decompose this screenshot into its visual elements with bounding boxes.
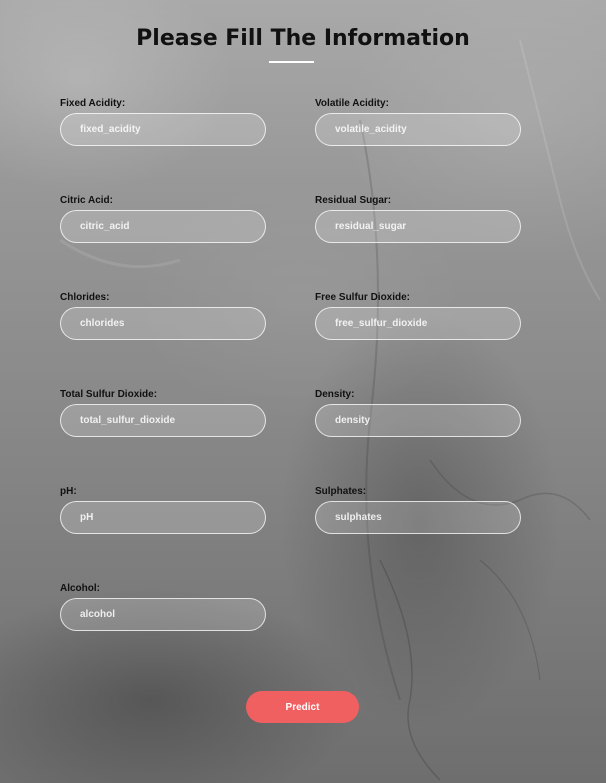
- free-sulfur-dioxide-input[interactable]: [315, 307, 521, 340]
- fixed-acidity-input[interactable]: [60, 113, 266, 146]
- citric-acid-label: Citric Acid:: [60, 195, 113, 206]
- residual-sugar-input[interactable]: [315, 210, 521, 243]
- citric-acid-field: Citric Acid:: [60, 194, 268, 243]
- alcohol-label: Alcohol:: [60, 583, 100, 594]
- density-input[interactable]: [315, 404, 521, 437]
- total-sulfur-dioxide-input[interactable]: [60, 404, 266, 437]
- title-underline: [269, 61, 314, 63]
- alcohol-field: Alcohol:: [60, 582, 268, 631]
- volatile-acidity-input[interactable]: [315, 113, 521, 146]
- density-field: Density:: [315, 388, 523, 437]
- chlorides-input[interactable]: [60, 307, 266, 340]
- page-title: Please Fill The Information: [136, 26, 470, 51]
- chlorides-label: Chlorides:: [60, 292, 110, 303]
- total-sulfur-dioxide-label: Total Sulfur Dioxide:: [60, 389, 158, 400]
- citric-acid-input[interactable]: [60, 210, 266, 243]
- ph-field: pH:: [60, 485, 268, 534]
- alcohol-input[interactable]: [60, 598, 266, 631]
- density-label: Density:: [315, 389, 355, 400]
- free-sulfur-dioxide-field: Free Sulfur Dioxide:: [315, 291, 523, 340]
- total-sulfur-dioxide-field: Total Sulfur Dioxide:: [60, 388, 268, 437]
- ph-input[interactable]: [60, 501, 266, 534]
- predict-button[interactable]: Predict: [246, 691, 359, 723]
- free-sulfur-dioxide-label: Free Sulfur Dioxide:: [315, 292, 411, 303]
- sulphates-input[interactable]: [315, 501, 521, 534]
- ph-label: pH:: [60, 486, 77, 497]
- volatile-acidity-label: Volatile Acidity:: [315, 98, 389, 109]
- fixed-acidity-label: Fixed Acidity:: [60, 98, 126, 109]
- sulphates-field: Sulphates:: [315, 485, 523, 534]
- sulphates-label: Sulphates:: [315, 486, 367, 497]
- residual-sugar-field: Residual Sugar:: [315, 194, 523, 243]
- chlorides-field: Chlorides:: [60, 291, 268, 340]
- volatile-acidity-field: Volatile Acidity:: [315, 97, 523, 146]
- residual-sugar-label: Residual Sugar:: [315, 195, 392, 206]
- fixed-acidity-field: Fixed Acidity:: [60, 97, 268, 146]
